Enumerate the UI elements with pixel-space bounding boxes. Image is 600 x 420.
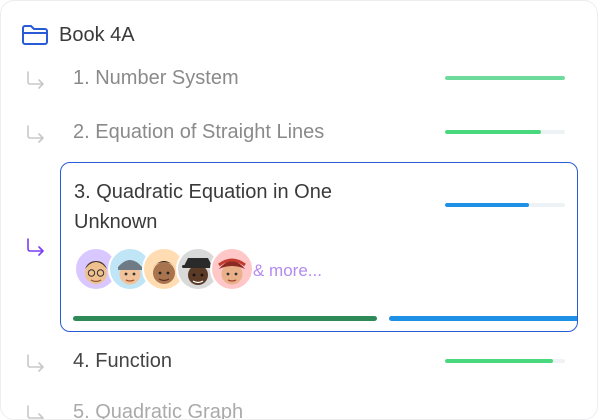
progress-bar: [445, 203, 565, 207]
card-progress-bar-blue: [389, 316, 577, 321]
return-arrow-icon: [27, 405, 44, 419]
chapter-row-5[interactable]: 5. Quadratic Graph: [1, 399, 597, 419]
progress-bar: [445, 359, 565, 363]
chapter-row-2[interactable]: 2. Equation of Straight Lines: [1, 117, 597, 151]
return-arrow-icon: [27, 125, 44, 143]
card-progress-bar-green: [73, 316, 377, 321]
chapter-label: 2. Equation of Straight Lines: [73, 121, 325, 143]
folder-icon: [22, 25, 48, 45]
more-members-link[interactable]: & more...: [253, 261, 322, 281]
book-title: Book 4A: [59, 23, 135, 46]
chapter-card-selected[interactable]: 3. Quadratic Equation in One Unknown & m…: [60, 162, 578, 332]
return-arrow-icon: [27, 71, 44, 89]
return-arrow-active-icon: [27, 238, 44, 256]
book-panel: Book 4A 1. Number System 2. Equation of …: [0, 0, 598, 420]
progress-fill: [445, 130, 541, 134]
chapter-title: 3. Quadratic Equation in One Unknown: [74, 181, 332, 233]
chapter-row-1[interactable]: 1. Number System: [1, 63, 597, 97]
avatar-group[interactable]: [74, 247, 254, 293]
return-arrow-icon: [27, 354, 44, 372]
book-header[interactable]: Book 4A: [21, 21, 135, 49]
avatar[interactable]: [210, 247, 254, 291]
progress-fill: [445, 203, 529, 207]
progress-fill: [445, 359, 553, 363]
chapter-label: 4. Function: [73, 350, 172, 372]
chapter-label: 1. Number System: [73, 67, 239, 89]
progress-bar: [445, 76, 565, 80]
progress-fill: [445, 76, 565, 80]
chapter-row-4[interactable]: 4. Function: [1, 346, 597, 380]
face-icon: [218, 258, 246, 285]
progress-bar: [445, 130, 565, 134]
